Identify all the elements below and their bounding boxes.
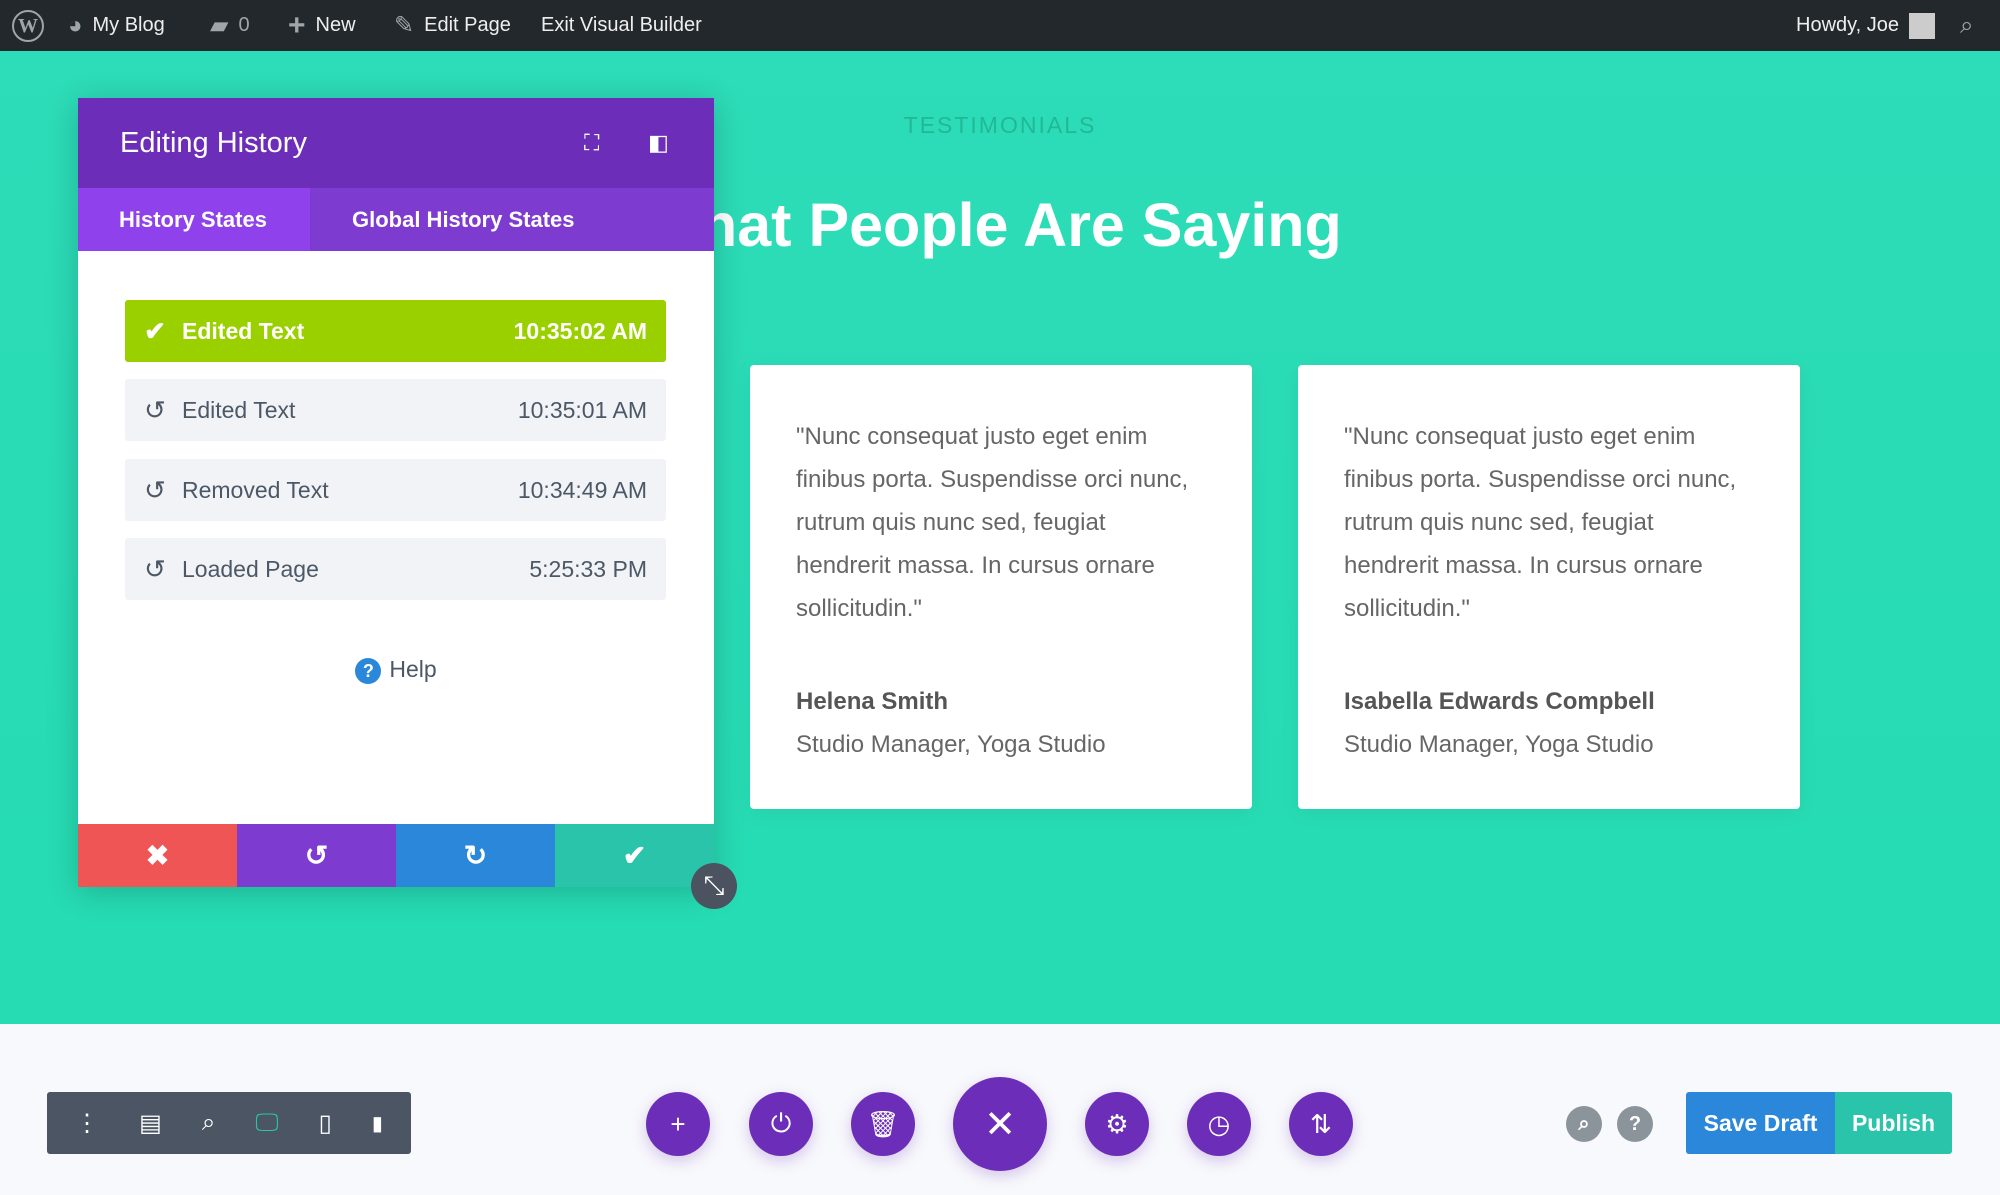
close-settings-button[interactable]: ✕: [953, 1077, 1047, 1171]
state-label: Edited Text: [182, 317, 305, 344]
history-state-row[interactable]: ↺ Removed Text 10:34:49 AM: [125, 459, 666, 521]
phone-view-icon[interactable]: ▮: [372, 1111, 383, 1136]
undo-icon: ↺: [144, 474, 166, 505]
power-icon: ⏻: [770, 1108, 792, 1138]
page-settings-button[interactable]: ⚙: [1085, 1092, 1149, 1156]
testimonial-role: Studio Manager, Yoga Studio: [796, 731, 1106, 758]
avatar: [1909, 12, 1936, 39]
editing-history-panel: Editing History ⛶ ◧ History States Globa…: [78, 98, 714, 887]
testimonial-card: "Nunc consequat justo eget enim finibus …: [750, 365, 1252, 809]
layers-button[interactable]: ⇅: [1289, 1092, 1353, 1156]
plus-icon: +: [670, 1108, 686, 1139]
state-time: 10:35:01 AM: [517, 396, 647, 423]
discard-button[interactable]: ✖: [78, 824, 237, 887]
section-heading: hat People Are Saying: [700, 191, 1342, 259]
redo-icon: ↻: [463, 840, 488, 871]
pencil-icon: ✎: [394, 12, 415, 39]
undo-icon: ↺: [144, 394, 166, 425]
history-state-row[interactable]: ↺ Loaded Page 5:25:33 PM: [125, 538, 666, 600]
howdy-label: Howdy, Joe: [1796, 14, 1900, 36]
state-label: Loaded Page: [182, 555, 319, 582]
undo-icon: ↺: [144, 553, 166, 584]
dock-sidebar-icon[interactable]: ◧: [648, 130, 669, 156]
state-time: 5:25:33 PM: [529, 555, 647, 582]
site-name: My Blog: [92, 14, 165, 36]
state-label: Edited Text: [182, 396, 296, 423]
sort-icon: ⇅: [1310, 1108, 1332, 1139]
account-menu[interactable]: Howdy, Joe: [1796, 0, 1936, 51]
wireframe-icon[interactable]: ▤: [139, 1109, 162, 1138]
panel-title: Editing History: [120, 126, 307, 159]
dashboard-icon: ◕: [68, 11, 83, 39]
check-icon: ✔: [144, 315, 166, 346]
testimonial-card: "Nunc consequat justo eget enim finibus …: [1298, 365, 1800, 809]
clock-icon: ◷: [1207, 1108, 1231, 1139]
close-icon: ✖: [145, 840, 170, 871]
history-button[interactable]: ◷: [1187, 1092, 1251, 1156]
clear-layout-button[interactable]: 🗑: [851, 1092, 915, 1156]
portability-button[interactable]: ⏻: [749, 1092, 813, 1156]
save-button[interactable]: ✔: [555, 824, 714, 887]
search-icon[interactable]: ⌕: [1566, 1106, 1602, 1142]
more-options-icon[interactable]: ⋮: [75, 1109, 99, 1138]
help-link[interactable]: ? Help: [78, 656, 714, 684]
history-state-row[interactable]: ✔ Edited Text 10:35:02 AM: [125, 300, 666, 362]
comments-link[interactable]: ▰ 0: [210, 0, 250, 51]
testimonial-role: Studio Manager, Yoga Studio: [1344, 731, 1654, 758]
help-icon: ?: [355, 658, 382, 684]
new-label: New: [315, 14, 356, 36]
admin-bar: W ◕ My Blog ▰ 0 + New ✎ Edit Page Exit Visua…: [0, 0, 2000, 51]
state-label: Removed Text: [182, 476, 329, 503]
close-icon: ✕: [984, 1103, 1016, 1146]
gear-icon: ⚙: [1105, 1108, 1129, 1139]
undo-icon: ↺: [304, 840, 329, 871]
redo-button[interactable]: ↻: [396, 824, 555, 887]
testimonial-name: Helena Smith: [796, 688, 949, 715]
my-blog-link[interactable]: ◕ My Blog: [68, 0, 165, 51]
comment-count: 0: [238, 14, 250, 36]
search-icon[interactable]: ⌕: [1960, 0, 1973, 51]
save-draft-button[interactable]: Save Draft: [1686, 1092, 1835, 1154]
panel-header: Editing History ⛶ ◧: [78, 98, 714, 188]
edit-page-link[interactable]: ✎ Edit Page: [394, 0, 511, 51]
exit-visual-builder-link[interactable]: Exit Visual Builder: [541, 0, 702, 51]
new-link[interactable]: + New: [288, 0, 356, 51]
resize-handle-icon[interactable]: ⤡: [691, 863, 737, 909]
desktop-view-icon[interactable]: 🖵: [255, 1109, 278, 1137]
publish-button[interactable]: Publish: [1835, 1092, 1952, 1154]
trash-icon: 🗑: [866, 1108, 900, 1139]
testimonial-quote: "Nunc consequat justo eget enim finibus …: [1344, 423, 1737, 622]
wordpress-logo-icon[interactable]: W: [12, 0, 44, 51]
fullscreen-icon[interactable]: ⛶: [584, 130, 599, 156]
help-icon[interactable]: ?: [1617, 1106, 1653, 1142]
tab-history-states[interactable]: History States: [78, 188, 310, 251]
add-module-button[interactable]: +: [646, 1092, 710, 1156]
zoom-icon[interactable]: ⌕: [202, 1109, 215, 1137]
tab-global-history-states[interactable]: Global History States: [310, 188, 617, 251]
state-time: 10:35:02 AM: [513, 317, 647, 344]
plus-icon: +: [288, 8, 306, 42]
edit-page-label: Edit Page: [424, 14, 511, 36]
help-label: Help: [389, 656, 437, 682]
testimonial-name: Isabella Edwards Compbell: [1344, 688, 1655, 715]
undo-button[interactable]: ↺: [237, 824, 396, 887]
comment-icon: ▰: [210, 12, 229, 39]
state-time: 10:34:49 AM: [517, 476, 647, 503]
exit-label: Exit Visual Builder: [541, 14, 702, 36]
tablet-view-icon[interactable]: ▯: [319, 1109, 332, 1138]
check-icon: ✔: [622, 840, 647, 871]
view-mode-toolbar: ⋮ ▤ ⌕ 🖵 ▯ ▮: [47, 1092, 411, 1154]
history-state-row[interactable]: ↺ Edited Text 10:35:01 AM: [125, 379, 666, 441]
testimonial-quote: "Nunc consequat justo eget enim finibus …: [796, 423, 1189, 622]
